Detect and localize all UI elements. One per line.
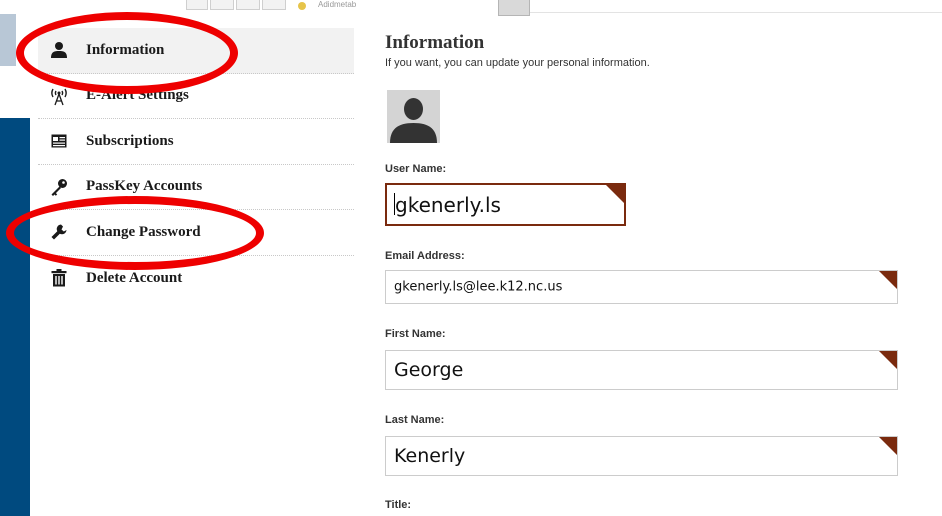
email-label: Email Address: bbox=[385, 250, 465, 262]
username-value: gkenerly.ls bbox=[395, 192, 501, 217]
first-name-field[interactable]: George bbox=[385, 350, 898, 390]
title-label: Title: bbox=[385, 499, 412, 511]
sidebar-item-label: Information bbox=[86, 41, 165, 58]
status-dot-icon bbox=[298, 2, 306, 10]
last-name-label: Last Name: bbox=[385, 414, 445, 426]
sidebar-item-delete-account[interactable]: Delete Account bbox=[38, 256, 354, 302]
sidebar-item-e-alert-settings[interactable]: E-Alert Settings bbox=[38, 74, 354, 119]
username-field[interactable]: gkenerly.ls bbox=[385, 183, 626, 226]
toolbar-button[interactable] bbox=[210, 0, 234, 10]
field-corner-marker bbox=[606, 185, 624, 203]
sidebar-item-label: Change Password bbox=[86, 223, 201, 240]
page-subtitle: If you want, you can update your persona… bbox=[385, 57, 650, 69]
sidebar-item-label: E-Alert Settings bbox=[86, 87, 189, 104]
toolbar-box[interactable] bbox=[498, 0, 530, 16]
first-name-value: George bbox=[394, 359, 464, 381]
email-value: gkenerly.ls@lee.k12.nc.us bbox=[394, 279, 563, 295]
sidebar-item-passkey-accounts[interactable]: PassKey Accounts bbox=[38, 165, 354, 210]
person-icon bbox=[48, 39, 70, 61]
left-edge-decoration bbox=[0, 14, 16, 66]
field-corner-marker bbox=[879, 351, 897, 369]
avatar-placeholder-icon bbox=[387, 90, 440, 143]
wrench-icon bbox=[48, 221, 70, 243]
sidebar-item-label: PassKey Accounts bbox=[86, 178, 203, 195]
first-name-label: First Name: bbox=[385, 328, 446, 340]
page-title: Information bbox=[385, 32, 485, 53]
top-toolbar-strip: Adidmetab bbox=[0, 0, 942, 16]
avatar[interactable] bbox=[387, 90, 440, 143]
antenna-icon bbox=[48, 85, 70, 107]
divider bbox=[530, 12, 942, 13]
toolbar-button[interactable] bbox=[236, 0, 260, 10]
left-edge-gap bbox=[16, 14, 30, 118]
last-name-field[interactable]: Kenerly bbox=[385, 436, 898, 476]
left-edge-bar bbox=[0, 118, 30, 516]
email-field[interactable]: gkenerly.ls@lee.k12.nc.us bbox=[385, 270, 898, 304]
sidebar-nav: Information E-Alert Settings Subscriptio… bbox=[38, 28, 354, 301]
sidebar-item-label: Subscriptions bbox=[86, 132, 174, 149]
sidebar-item-change-password[interactable]: Change Password bbox=[38, 210, 354, 256]
trash-icon bbox=[48, 267, 70, 289]
toolbar-button[interactable] bbox=[262, 0, 286, 10]
main-content: Information If you want, you can update … bbox=[385, 30, 905, 511]
username-label: User Name: bbox=[385, 163, 447, 175]
top-strip-text: Adidmetab bbox=[318, 0, 357, 9]
toolbar-button[interactable] bbox=[186, 0, 208, 10]
last-name-value: Kenerly bbox=[394, 445, 466, 467]
newspaper-icon bbox=[48, 130, 70, 152]
sidebar-item-information[interactable]: Information bbox=[38, 28, 354, 74]
sidebar-item-subscriptions[interactable]: Subscriptions bbox=[38, 119, 354, 165]
field-corner-marker bbox=[879, 271, 897, 289]
key-icon bbox=[48, 176, 70, 198]
sidebar-item-label: Delete Account bbox=[86, 269, 183, 286]
field-corner-marker bbox=[879, 437, 897, 455]
